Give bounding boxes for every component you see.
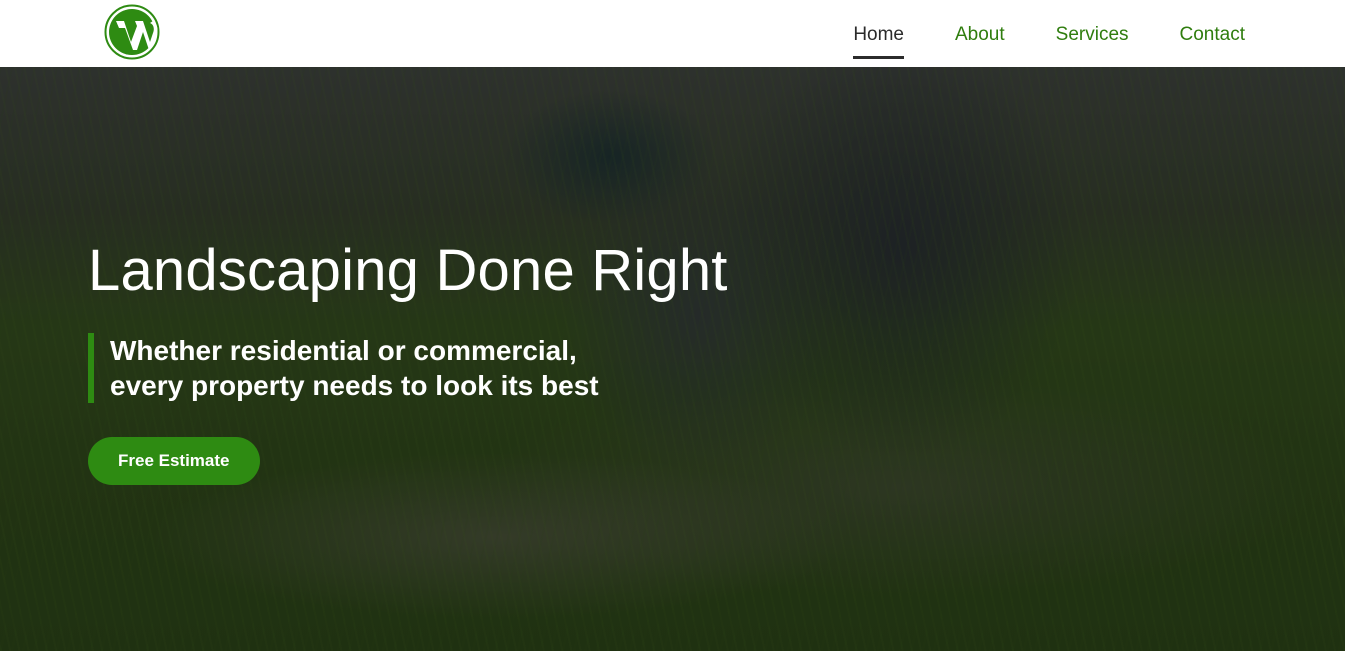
hero-section: Landscaping Done Right Whether residenti… (0, 67, 1345, 651)
nav-contact[interactable]: Contact (1180, 21, 1245, 47)
hero-content: Landscaping Done Right Whether residenti… (88, 235, 728, 485)
site-header: Home About Services Contact (0, 0, 1345, 67)
nav-about[interactable]: About (955, 21, 1005, 47)
nav-home[interactable]: Home (853, 21, 904, 59)
hero-subtitle-line-1: Whether residential or commercial, (110, 335, 577, 366)
free-estimate-button[interactable]: Free Estimate (88, 437, 260, 485)
wordpress-logo-icon[interactable] (104, 4, 160, 60)
main-nav: Home About Services Contact (802, 0, 1245, 67)
nav-services[interactable]: Services (1056, 21, 1129, 47)
hero-title: Landscaping Done Right (88, 238, 728, 303)
hero-subtitle: Whether residential or commercial, every… (88, 333, 728, 403)
hero-subtitle-line-2: every property needs to look its best (110, 370, 599, 401)
